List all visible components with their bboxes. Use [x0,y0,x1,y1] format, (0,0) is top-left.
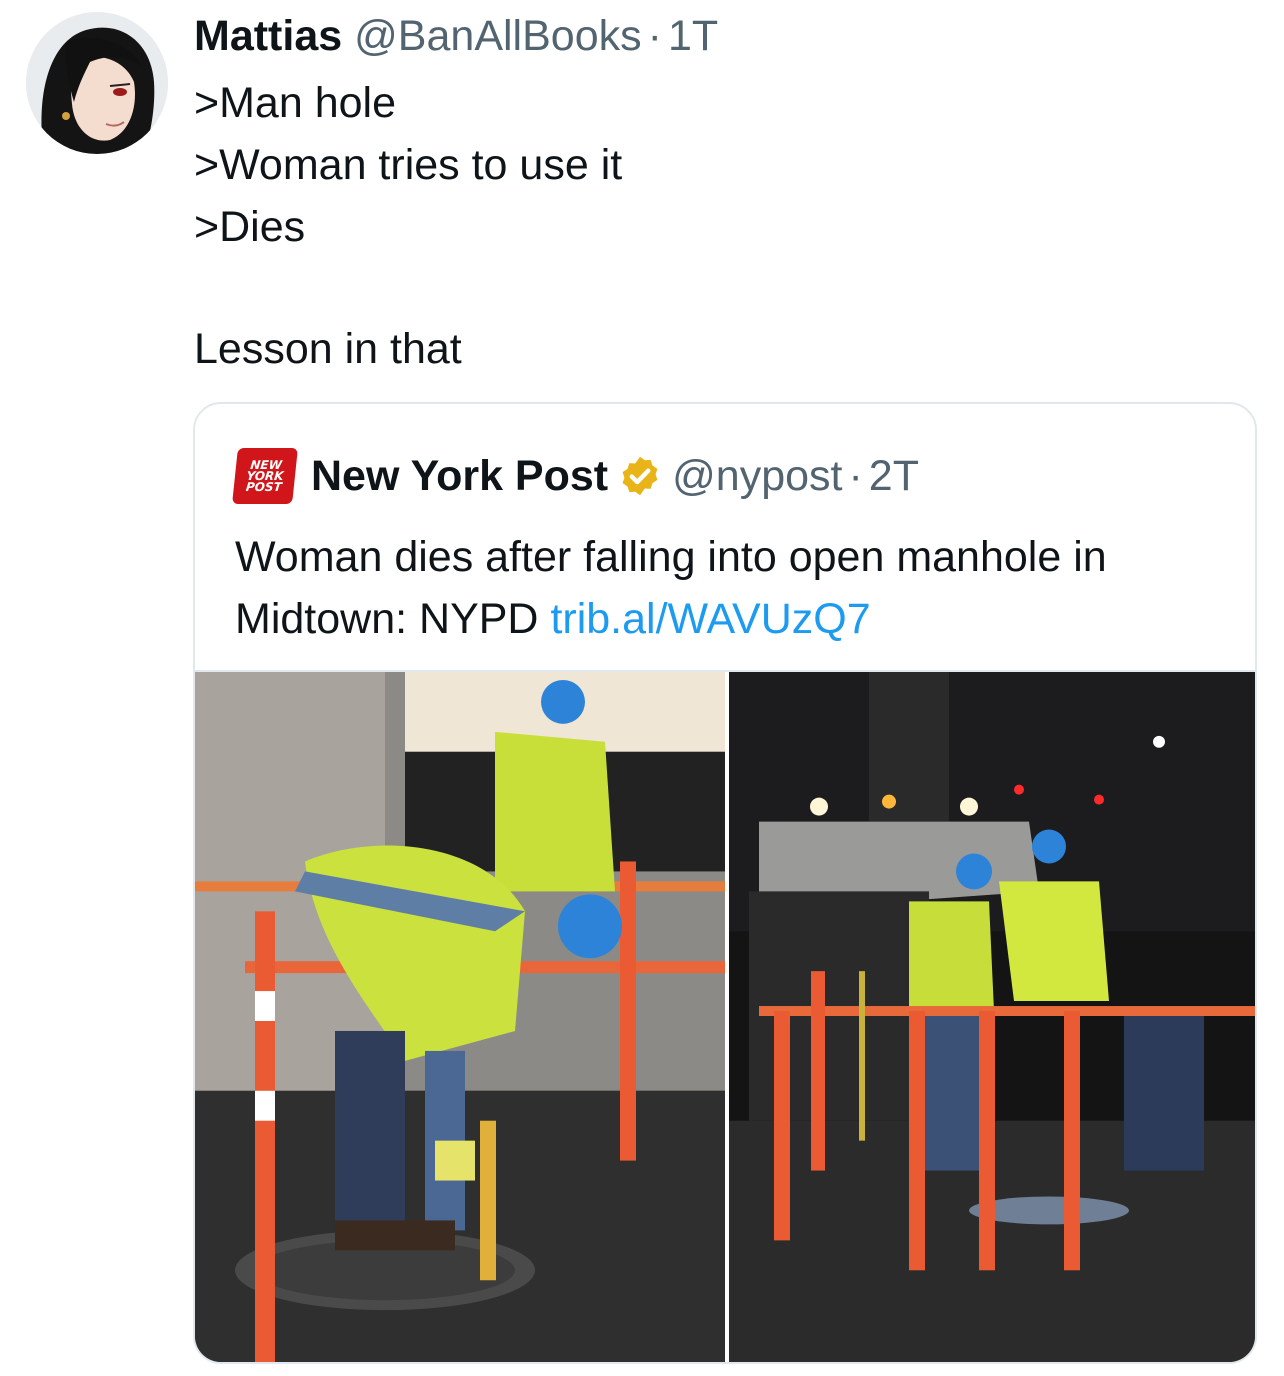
quoted-timestamp[interactable]: 2T [869,452,919,501]
photo-night-crew-at-scene-icon [729,672,1255,1362]
tweet-timestamp[interactable]: 1T [668,12,718,60]
logo-text: POST [245,479,283,494]
author-display-name[interactable]: Mattias [194,12,342,60]
author-handle[interactable]: @BanAllBooks [354,12,641,60]
tweet-line: Lesson in that [194,325,462,373]
anime-avatar-icon [26,12,168,154]
tweet-line: >Woman tries to use it [194,141,623,189]
quoted-tweet-text: Woman dies after falling into open manho… [235,526,1235,650]
tweet-line: >Man hole [194,79,397,127]
photo-worker-at-manhole-icon [195,672,725,1362]
separator-dot: · [848,451,863,500]
quoted-tweet-card[interactable]: NEW YORK POST New York Post @nypost · 2T… [193,402,1257,1364]
verified-badge-icon [622,456,658,496]
photo-worker-at-manhole[interactable] [195,672,725,1362]
tweet-header: Mattias @BanAllBooks · 1T [194,12,718,60]
media-grid [195,670,1255,1362]
avatar[interactable] [26,12,168,154]
quoted-handle[interactable]: @nypost [672,452,842,501]
quoted-tweet-header: NEW YORK POST New York Post @nypost · 2T [232,448,919,504]
article-link[interactable]: trib.al/WAVUzQ7 [550,595,870,643]
photo-night-crew-at-scene[interactable] [729,672,1255,1362]
tweet-line: >Dies [194,203,306,251]
separator-dot: · [647,12,662,60]
quoted-display-name[interactable]: New York Post [311,452,608,501]
nypost-logo-icon[interactable]: NEW YORK POST [232,448,298,504]
tweet-text: >Man hole >Woman tries to use it >Dies L… [194,72,622,380]
